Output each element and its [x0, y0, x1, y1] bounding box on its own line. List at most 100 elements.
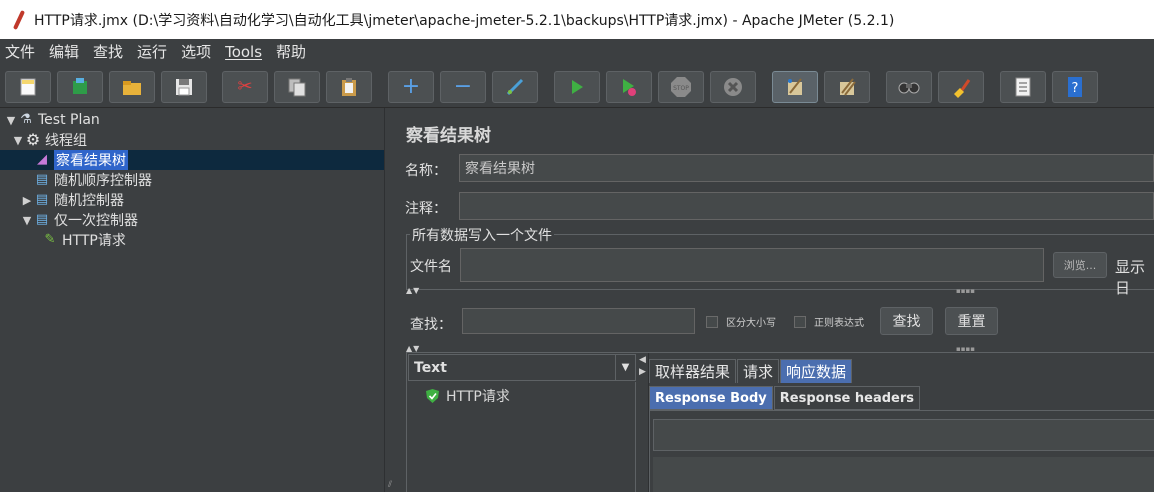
shutdown-button[interactable]	[710, 71, 756, 103]
reset-search-button[interactable]	[938, 71, 984, 103]
tab-response-headers[interactable]: Response headers	[773, 386, 921, 410]
help-button[interactable]: ?	[1052, 71, 1098, 103]
browse-button[interactable]: 浏览...	[1053, 252, 1107, 278]
menu-run[interactable]: 运行	[137, 41, 167, 62]
open-button[interactable]	[109, 71, 155, 103]
result-label: HTTP请求	[446, 389, 510, 405]
name-field[interactable]: 察看结果树	[459, 154, 1154, 182]
start-no-pauses-icon	[623, 79, 636, 96]
response-subtabs: Response Body Response headers	[649, 386, 921, 410]
results-vertical-splitter[interactable]: ◀ ▶	[637, 353, 649, 492]
start-button[interactable]	[554, 71, 600, 103]
results-area: Text ▼ HTTP请求 ◀ ▶ 取样器结果 请求 响应数据 Response…	[406, 352, 1154, 492]
save-icon	[176, 79, 192, 96]
svg-text:STOP: STOP	[673, 85, 689, 92]
shutdown-icon	[724, 78, 742, 96]
find-button[interactable]: 查找	[880, 307, 933, 335]
tree-item-label: 线程组	[45, 133, 87, 149]
test-plan-icon: ⚗	[20, 112, 32, 127]
copy-icon	[288, 78, 306, 97]
toggle-button[interactable]	[492, 71, 538, 103]
stop-button[interactable]: STOP	[658, 71, 704, 103]
tree-item-view-results-tree[interactable]: ◢ 察看结果树	[0, 150, 384, 170]
collapse-icon: −	[453, 74, 473, 99]
comment-label: 注释：	[405, 201, 447, 217]
tab-response-data[interactable]: 响应数据	[780, 359, 853, 383]
function-helper-icon	[1015, 77, 1031, 97]
clear-icon	[788, 78, 802, 95]
sample-results-list[interactable]: HTTP请求	[408, 382, 636, 492]
reset-button[interactable]: 重置	[945, 307, 998, 335]
expand-arrow-icon[interactable]: ▼	[11, 134, 25, 147]
page-title: 察看结果树	[406, 126, 491, 146]
cut-button[interactable]: ✂	[222, 71, 268, 103]
save-button[interactable]	[161, 71, 207, 103]
tab-request[interactable]: 请求	[737, 359, 780, 383]
test-plan-tree[interactable]: ▼ ⚗ Test Plan ▼ ⚙ 线程组 ◢ 察看结果树 ▤ 随机顺序控制器 …	[0, 108, 384, 492]
svg-text:?: ?	[1072, 81, 1079, 96]
paste-button[interactable]	[326, 71, 372, 103]
templates-icon	[73, 78, 87, 94]
window-title: HTTP请求.jmx (D:\学习资料\自动化学习\自动化工具\jmeter\a…	[34, 12, 895, 29]
clear-button[interactable]	[772, 71, 818, 103]
response-body-text[interactable]	[653, 457, 1154, 492]
start-no-pauses-button[interactable]	[606, 71, 652, 103]
regex-label: 正则表达式	[814, 318, 864, 329]
start-icon	[572, 80, 583, 94]
panel-splitter[interactable]: ▲▼ ▪▪▪▪	[406, 286, 1154, 296]
tree-item-random-order-controller[interactable]: ▤ 随机顺序控制器	[34, 170, 152, 190]
thread-group-icon: ⚙	[25, 130, 41, 149]
menu-options[interactable]: 选项	[181, 41, 211, 62]
splitter-arrows-icon: ▲▼	[406, 286, 421, 295]
collapse-all-button[interactable]: −	[440, 71, 486, 103]
templates-button[interactable]	[57, 71, 103, 103]
new-button[interactable]	[5, 71, 51, 103]
comment-field[interactable]	[459, 192, 1154, 220]
tree-splitter[interactable]: ⫽	[384, 108, 394, 492]
expand-icon: +	[401, 74, 421, 99]
case-sensitive-checkbox[interactable]: 区分大小写	[706, 314, 776, 329]
tree-item-random-controller[interactable]: ▶ ▤ 随机控制器	[20, 190, 124, 210]
chevron-down-icon[interactable]: ▼	[615, 355, 635, 380]
tree-item-once-only-controller[interactable]: ▼ ▤ 仅一次控制器	[20, 210, 138, 230]
success-shield-icon	[426, 389, 439, 403]
reset-search-icon	[954, 79, 971, 98]
checkbox-box[interactable]	[706, 315, 718, 328]
search-button[interactable]	[886, 71, 932, 103]
tree-item-test-plan[interactable]: ▼ ⚗ Test Plan	[4, 110, 100, 130]
list-item[interactable]: HTTP请求	[426, 386, 510, 406]
search-label: 查找：	[410, 317, 452, 333]
write-results-group-title: 所有数据写入一个文件	[410, 225, 554, 245]
function-helper-button[interactable]	[1000, 71, 1046, 103]
controller-icon: ▤	[35, 172, 49, 187]
splitter-grip-icon: ⫽	[388, 480, 393, 490]
search-input[interactable]	[462, 308, 695, 334]
controller-icon: ▤	[35, 192, 49, 207]
controller-icon: ▤	[35, 212, 49, 227]
regex-checkbox[interactable]: 正则表达式	[794, 314, 864, 329]
copy-button[interactable]	[274, 71, 320, 103]
tree-item-label: HTTP请求	[62, 233, 126, 249]
menu-help[interactable]: 帮助	[276, 41, 306, 62]
collapsed-arrow-icon[interactable]: ▶	[20, 194, 34, 207]
expand-arrow-icon[interactable]: ▼	[4, 114, 18, 127]
menu-file[interactable]: 文件	[5, 41, 35, 62]
tree-item-http-request[interactable]: ✎ HTTP请求	[42, 230, 126, 250]
tree-item-label: 随机控制器	[54, 193, 124, 209]
expand-all-button[interactable]: +	[388, 71, 434, 103]
menu-edit[interactable]: 编辑	[49, 41, 79, 62]
renderer-select[interactable]: Text ▼	[408, 354, 636, 381]
menu-search[interactable]: 查找	[93, 41, 123, 62]
menu-tools[interactable]: Tools	[225, 43, 262, 61]
toggle-icon	[506, 78, 524, 96]
clear-all-button[interactable]	[824, 71, 870, 103]
tree-item-thread-group[interactable]: ▼ ⚙ 线程组	[11, 130, 87, 150]
checkbox-box[interactable]	[794, 315, 806, 328]
tab-response-body[interactable]: Response Body	[649, 386, 773, 410]
expand-arrow-icon[interactable]: ▼	[20, 214, 34, 227]
tab-sampler-result[interactable]: 取样器结果	[649, 359, 737, 383]
response-search-bar[interactable]	[653, 419, 1154, 451]
filename-label: 文件名	[410, 259, 452, 275]
search-icon	[898, 82, 920, 94]
filename-field[interactable]	[460, 248, 1044, 282]
